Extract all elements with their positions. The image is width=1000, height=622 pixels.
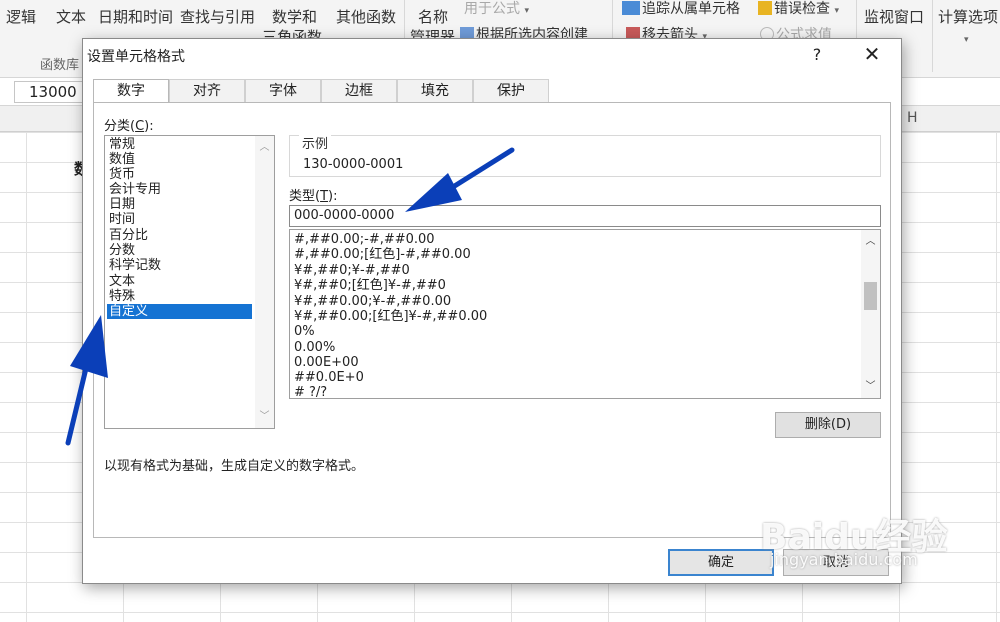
arrow-to-custom-category (65, 315, 108, 446)
arrow-to-type-input (405, 147, 515, 212)
baidu-jingyan-watermark: Baidu经验 jingyan.baidu.com (760, 508, 947, 569)
watermark-url: jingyan.baidu.com (770, 550, 918, 569)
